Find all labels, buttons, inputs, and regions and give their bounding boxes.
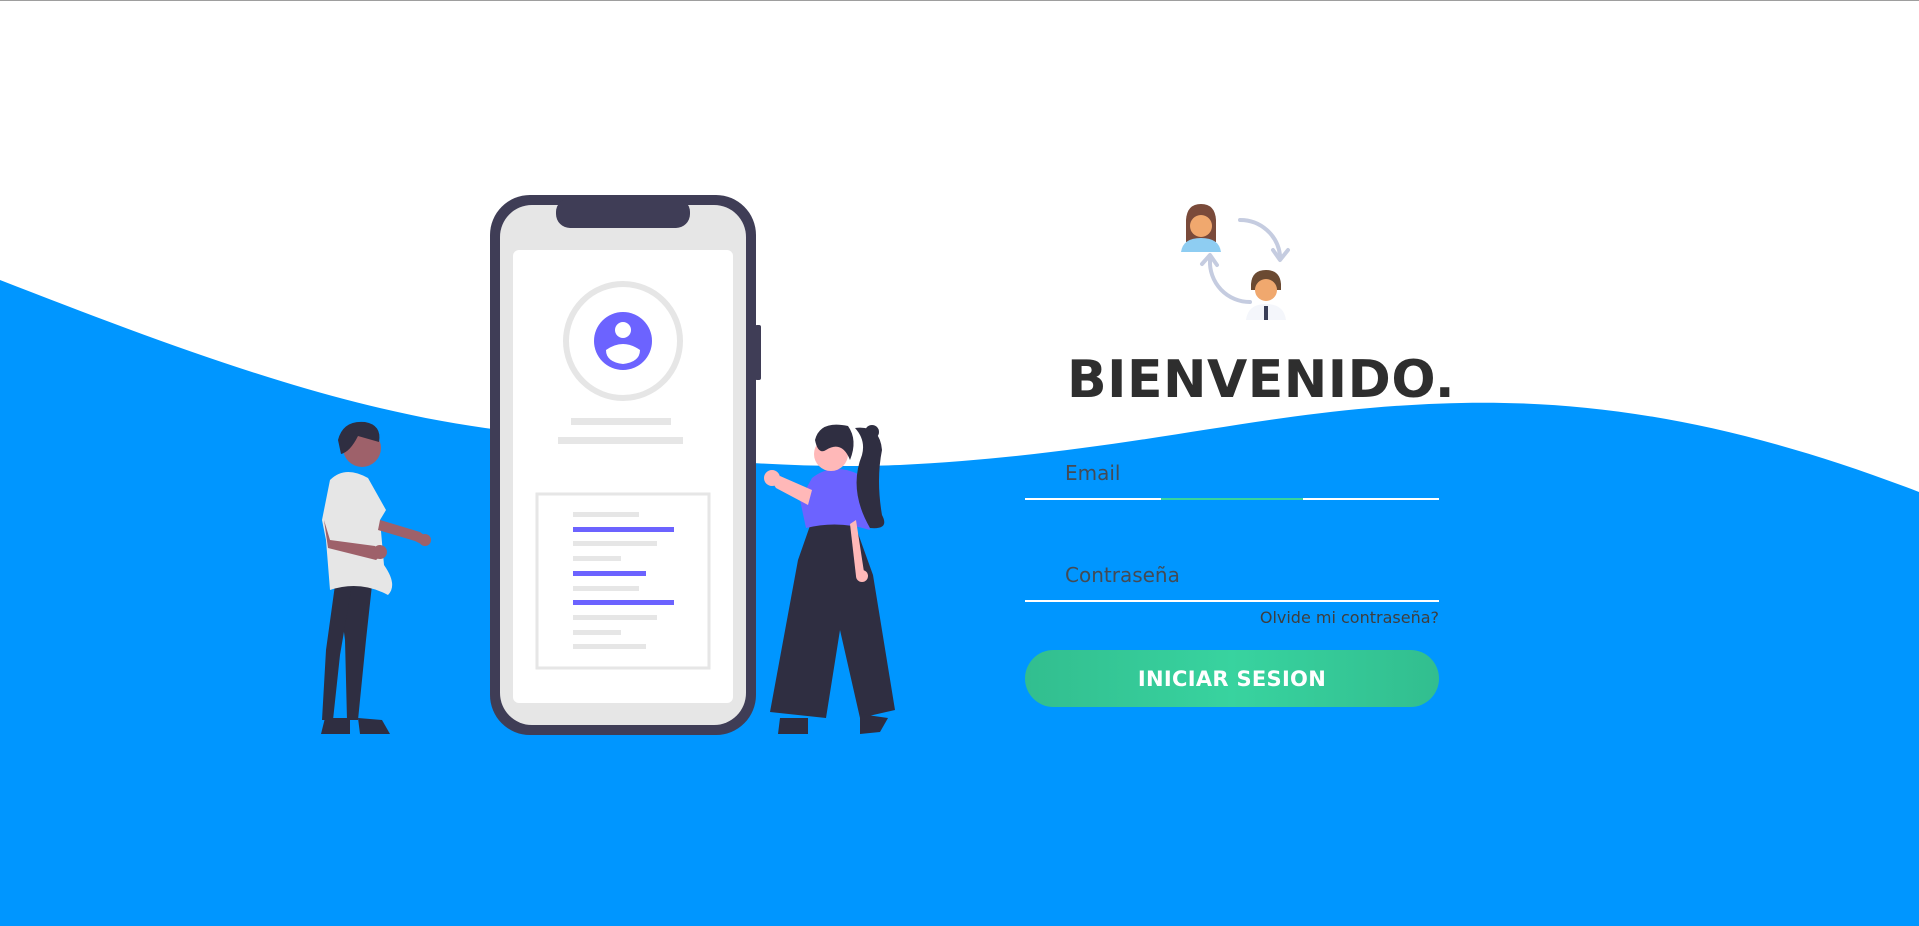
page-title: BIENVENIDO. <box>1067 350 1456 410</box>
woman-illustration <box>764 424 895 734</box>
email-focus-indicator <box>1161 498 1303 500</box>
forgot-password-link[interactable]: Olvide mi contraseña? <box>1260 608 1439 627</box>
password-field-group <box>1025 550 1439 602</box>
user-exchange-icon <box>1181 204 1290 320</box>
password-input[interactable] <box>1025 550 1439 600</box>
phone-illustration <box>490 195 761 735</box>
login-button[interactable]: INICIAR SESION <box>1025 650 1439 707</box>
man-illustration <box>321 421 431 734</box>
login-illustration <box>321 195 895 735</box>
email-field-group <box>1025 448 1439 500</box>
password-underline <box>1025 600 1439 602</box>
email-input[interactable] <box>1025 448 1439 498</box>
